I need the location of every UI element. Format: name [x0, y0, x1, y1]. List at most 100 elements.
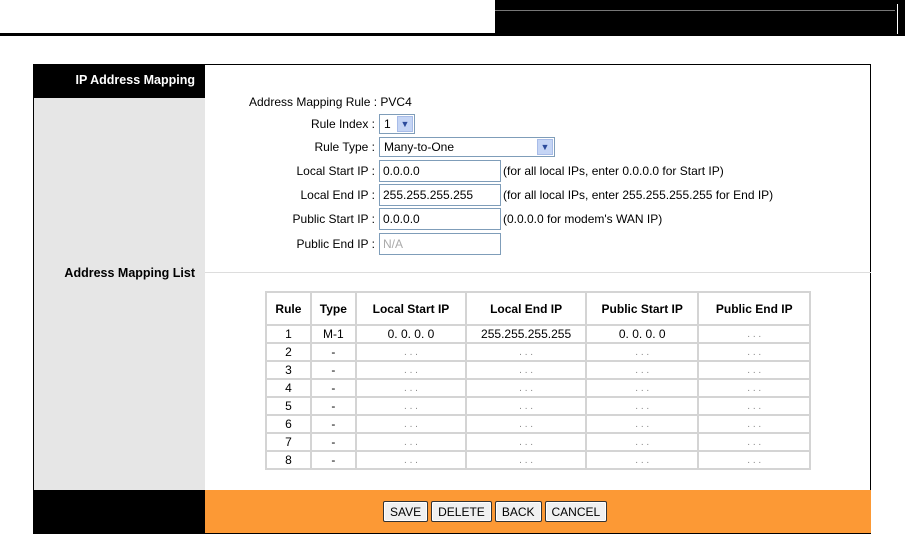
table-cell: M-1	[311, 326, 355, 342]
public-end-row: Public End IP :	[205, 233, 501, 255]
rule-type-select[interactable]: Many-to-One ▼	[379, 137, 555, 157]
mapping-rule-label: Address Mapping Rule :	[249, 95, 378, 109]
table-row: 1 M-1 0. 0. 0. 0 255.255.255.255 0. 0. 0. 0.…	[267, 326, 809, 342]
public-end-ip-input	[379, 233, 501, 255]
table-cell: . . .	[467, 380, 585, 396]
rule-index-label: Rule Index :	[310, 117, 375, 131]
table-cell: -	[311, 452, 355, 468]
column-header: Type	[311, 293, 355, 324]
local-end-label: Local End IP :	[300, 188, 376, 202]
table-row: 3-. . .. . .. . .. . .	[267, 362, 809, 378]
table-cell: . . .	[587, 434, 698, 450]
table-cell: . . .	[587, 380, 698, 396]
table-cell: . . .	[587, 344, 698, 360]
local-start-label: Local Start IP :	[296, 164, 376, 178]
table-cell: . . .	[356, 380, 466, 396]
table-cell: . . .	[699, 362, 809, 378]
public-start-label: Public Start IP :	[292, 212, 375, 226]
rule-index-value: 1	[384, 117, 391, 131]
sidebar-list-label: Address Mapping List	[64, 266, 195, 280]
rule-type-label: Rule Type :	[314, 140, 375, 154]
table-row: 6-. . .. . .. . .. . .	[267, 416, 809, 432]
table-cell: 0. 0. 0. 0	[356, 326, 466, 342]
rule-type-row: Rule Type : Many-to-One ▼	[205, 136, 555, 158]
chevron-down-icon: ▼	[397, 116, 413, 132]
table-cell: . . .	[356, 434, 466, 450]
table-row: 7-. . .. . .. . .. . .	[267, 434, 809, 450]
local-start-ip-input[interactable]	[379, 160, 501, 182]
table-cell: . . .	[467, 416, 585, 432]
table-cell: 7	[267, 434, 310, 450]
table-row: 5-. . .. . .. . .. . .	[267, 398, 809, 414]
table-cell: -	[311, 398, 355, 414]
table-cell: . . .	[587, 416, 698, 432]
save-button[interactable]: SAVE	[383, 501, 429, 522]
table-row: 8-. . .. . .. . .. . .	[267, 452, 809, 468]
table-cell: . . .	[356, 452, 466, 468]
back-button[interactable]: BACK	[494, 501, 542, 522]
sidebar: IP Address Mapping Address Mapping List	[34, 65, 205, 533]
delete-button[interactable]: DELETE	[431, 501, 492, 522]
local-end-hint: (for all local IPs, enter 255.255.255.25…	[503, 188, 774, 202]
cancel-button[interactable]: CANCEL	[544, 501, 608, 522]
table-cell: 1	[267, 326, 310, 342]
local-start-hint: (for all local IPs, enter 0.0.0.0 for St…	[503, 164, 724, 178]
table-cell: . . .	[356, 362, 466, 378]
table-row: 4-. . .. . .. . .. . .	[267, 380, 809, 396]
address-mapping-table: Rule Type Local Start IP Local End IP Public…	[265, 291, 811, 470]
table-cell: . . .	[699, 434, 809, 450]
column-header: Local Start IP	[356, 293, 466, 324]
public-start-hint: (0.0.0.0 for modem's WAN IP)	[503, 212, 663, 226]
table-cell: . . .	[587, 398, 698, 414]
table-cell: . . .	[467, 452, 585, 468]
public-end-label: Public End IP :	[296, 237, 376, 251]
table-cell: . . .	[699, 452, 809, 468]
chevron-down-icon: ▼	[537, 139, 553, 155]
table-cell: . . .	[699, 416, 809, 432]
table-cell: . . .	[467, 398, 585, 414]
table-cell: -	[311, 434, 355, 450]
table-cell: 8	[267, 452, 310, 468]
table-cell: . . .	[467, 362, 585, 378]
table-row: 2-. . .. . .. . .. . .	[267, 344, 809, 360]
table-cell: . . .	[699, 398, 809, 414]
public-start-ip-input[interactable]	[379, 208, 501, 230]
rule-index-row: Rule Index : 1 ▼	[205, 113, 415, 135]
table-cell: . . .	[356, 344, 466, 360]
column-header: Public Start IP	[587, 293, 698, 324]
column-header: Local End IP	[467, 293, 585, 324]
header-banner	[495, 0, 905, 36]
footer-bar: SAVE DELETE BACK CANCEL	[205, 490, 871, 533]
table-cell: . . .	[467, 434, 585, 450]
table-cell: 6	[267, 416, 310, 432]
rule-type-value: Many-to-One	[384, 140, 455, 154]
column-header: Rule	[267, 293, 310, 324]
local-start-row: Local Start IP : (for all local IPs, ent…	[205, 160, 724, 182]
main-panel: IP Address Mapping Address Mapping List …	[33, 64, 871, 534]
table-cell: . . .	[356, 416, 466, 432]
table-cell: 3	[267, 362, 310, 378]
mapping-rule-row: Address Mapping Rule : PVC4	[249, 93, 412, 111]
local-end-ip-input[interactable]	[379, 184, 501, 206]
local-end-row: Local End IP : (for all local IPs, enter…	[205, 184, 773, 206]
public-start-row: Public Start IP : (0.0.0.0 for modem's W…	[205, 208, 662, 230]
rule-index-select[interactable]: 1 ▼	[379, 114, 415, 134]
table-cell: -	[311, 416, 355, 432]
table-cell: 2	[267, 344, 310, 360]
table-cell: . . .	[699, 326, 809, 342]
table-cell: . . .	[699, 344, 809, 360]
table-cell: -	[311, 380, 355, 396]
table-cell: 0. 0. 0. 0	[587, 326, 698, 342]
table-cell: . . .	[467, 344, 585, 360]
table-cell: -	[311, 362, 355, 378]
table-cell: 5	[267, 398, 310, 414]
table-cell: . . .	[587, 452, 698, 468]
table-cell: 255.255.255.255	[467, 326, 585, 342]
divider	[205, 272, 871, 273]
table-cell: 4	[267, 380, 310, 396]
sidebar-title: IP Address Mapping	[34, 65, 205, 98]
table-cell: -	[311, 344, 355, 360]
table-cell: . . .	[587, 362, 698, 378]
column-header: Public End IP	[699, 293, 809, 324]
table-cell: . . .	[699, 380, 809, 396]
